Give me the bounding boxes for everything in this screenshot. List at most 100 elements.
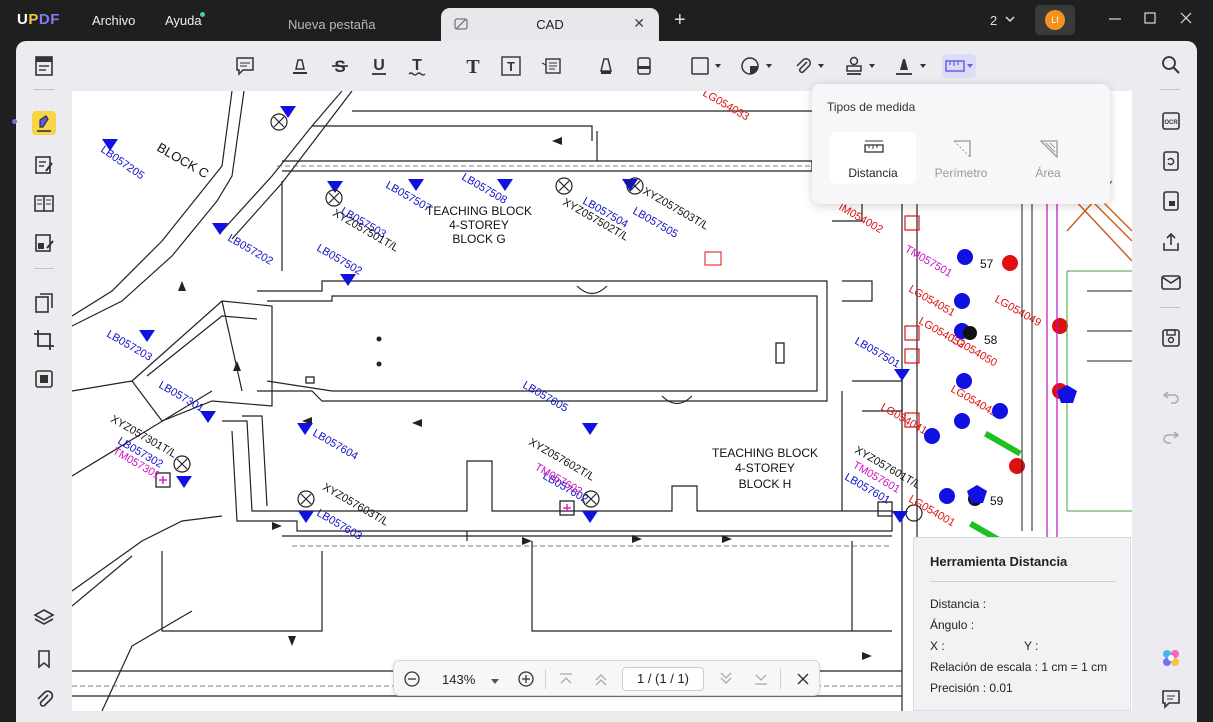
next-page-icon[interactable] (717, 670, 735, 688)
marker-number: 57 (980, 257, 994, 271)
measure-area-option[interactable]: Área (1005, 132, 1091, 184)
shape-icon[interactable] (689, 55, 711, 77)
lg-label: LG054033 (701, 91, 752, 123)
scale-readout: Relación de escala : 1 cm = 1 cm (930, 660, 1108, 674)
convert-pdf-icon[interactable] (1159, 149, 1183, 173)
chevron-down-icon[interactable] (715, 64, 721, 68)
text-callout-icon[interactable] (540, 55, 562, 77)
stamp-icon[interactable] (843, 55, 865, 77)
measure-distance-option[interactable]: Distancia (830, 132, 916, 184)
y-readout: Y : (1024, 639, 1039, 653)
tab-nueva-pestana[interactable]: Nueva pestaña (258, 8, 438, 42)
comments-icon[interactable] (1159, 686, 1183, 710)
attach-file-icon[interactable] (792, 55, 814, 77)
measure-types-popup: Tipos de medida Distancia Perímetro Área (812, 84, 1110, 204)
avatar[interactable]: LI (1035, 5, 1075, 35)
reader-icon[interactable] (32, 54, 56, 78)
maximize-icon[interactable] (1143, 11, 1157, 30)
chevron-down-icon[interactable] (1004, 12, 1016, 30)
mail-icon[interactable] (1159, 270, 1183, 294)
new-tab-button[interactable]: + (674, 9, 686, 32)
chevron-down-icon[interactable] (490, 673, 508, 691)
xyz-label: XYZ057501T/L (331, 207, 401, 254)
tab-cad[interactable]: CAD ✕ (441, 8, 659, 42)
lg-label: LG054051 (907, 283, 958, 319)
tm-label: TM057501 (903, 243, 955, 280)
ruler-icon (864, 140, 884, 153)
signature-icon[interactable] (893, 55, 915, 77)
undo-icon[interactable] (1159, 383, 1183, 407)
updf-logo[interactable]: UPDF (17, 11, 60, 28)
convert-icon[interactable] (32, 367, 56, 391)
crop-icon[interactable] (32, 328, 56, 352)
lasso-icon[interactable] (739, 55, 761, 77)
previous-page-icon[interactable] (592, 670, 610, 688)
tab-label: Nueva pestaña (288, 17, 376, 32)
bookmark-icon[interactable] (32, 647, 56, 671)
title-bar: UPDF Archivo Ayuda Nueva pestaña CAD ✕ +… (0, 0, 1213, 42)
protect-icon[interactable] (1159, 189, 1183, 213)
comment-highlight-icon[interactable] (32, 111, 56, 135)
highlight-icon[interactable] (289, 55, 311, 77)
close-tab-icon[interactable]: ✕ (633, 15, 645, 32)
text-box-icon[interactable]: T (500, 55, 522, 77)
eraser-icon[interactable] (633, 55, 655, 77)
divider (1160, 89, 1180, 90)
block-h-line-3: BLOCK H (739, 477, 792, 491)
divider (34, 89, 54, 90)
edit-icon[interactable] (32, 153, 56, 177)
zoom-bar: 143% 1 / (1 / 1) (393, 660, 820, 696)
menu-archivo[interactable]: Archivo (92, 13, 135, 28)
attachment-icon[interactable] (32, 687, 56, 711)
left-sidebar (16, 41, 72, 722)
block-g-line-3: BLOCK G (452, 232, 505, 246)
squiggly-icon[interactable]: T (406, 55, 428, 77)
organize-pages-icon[interactable] (32, 291, 56, 315)
right-sidebar: OCR (1146, 41, 1196, 722)
lb-label: LB057502 (315, 242, 364, 277)
share-icon[interactable] (1159, 230, 1183, 254)
measure-option-label: Distancia (848, 166, 898, 180)
pencil-icon[interactable] (595, 55, 617, 77)
avatar-initials: LI (1045, 10, 1065, 30)
close-icon[interactable] (794, 670, 812, 688)
chevron-down-icon[interactable] (818, 64, 824, 68)
page-input[interactable]: 1 / (1 / 1) (622, 667, 704, 691)
text-icon[interactable]: T (462, 55, 484, 78)
block-g-line-2: 4-STOREY (449, 218, 509, 232)
zoom-out-icon[interactable] (403, 670, 421, 688)
menu-ayuda[interactable]: Ayuda (165, 13, 202, 28)
divider (930, 581, 1116, 582)
underline-icon[interactable]: U (368, 55, 390, 77)
book-icon[interactable] (32, 191, 56, 215)
chevron-down-icon[interactable] (766, 64, 772, 68)
divider (780, 669, 781, 689)
save-icon[interactable] (1159, 326, 1183, 350)
close-window-icon[interactable] (1179, 11, 1193, 30)
form-icon[interactable] (32, 231, 56, 255)
measure-tool-button[interactable] (942, 54, 976, 78)
measure-perimeter-option[interactable]: Perímetro (918, 132, 1004, 184)
chevron-down-icon[interactable] (869, 64, 875, 68)
perimeter-icon (953, 140, 971, 158)
measure-option-label: Perímetro (934, 166, 988, 180)
first-page-icon[interactable] (557, 670, 575, 688)
distance-tool-panel: Herramienta Distancia Distancia : Ángulo… (913, 537, 1131, 711)
redo-icon[interactable] (1159, 423, 1183, 447)
minimize-icon[interactable] (1108, 11, 1122, 30)
strikethrough-icon[interactable]: S (329, 55, 351, 77)
chevron-down-icon[interactable] (920, 64, 926, 68)
zoom-in-icon[interactable] (517, 670, 535, 688)
lb-label: LB057202 (226, 232, 275, 267)
block-h-line-1: TEACHING BLOCK (712, 446, 818, 460)
sticky-note-icon[interactable] (234, 55, 256, 77)
search-icon[interactable] (1159, 53, 1183, 77)
window-count[interactable]: 2 (990, 13, 997, 28)
ai-assistant-icon[interactable] (1159, 646, 1183, 670)
svg-text:OCR: OCR (1164, 120, 1178, 126)
layers-icon[interactable] (32, 606, 56, 630)
last-page-icon[interactable] (752, 670, 770, 688)
precision-readout: Precisión : 0.01 (930, 681, 1013, 695)
ocr-icon[interactable]: OCR (1159, 109, 1183, 133)
zoom-level[interactable]: 143% (442, 672, 475, 687)
